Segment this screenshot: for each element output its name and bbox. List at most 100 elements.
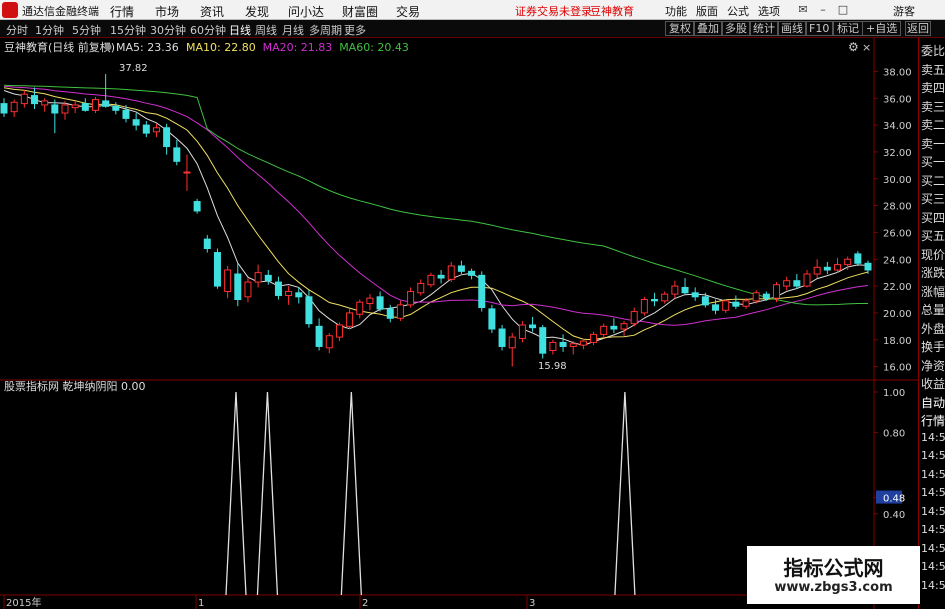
quote-field-label[interactable]: 行情 [921,412,945,429]
period-more[interactable]: 更多 [344,22,366,38]
candle-up [152,127,160,133]
candle-down [386,308,394,319]
menu-gongneng[interactable]: 功能 [665,3,687,19]
quote-field-label: 涨幅 [921,284,945,299]
candle-up [742,300,750,307]
multi-stock-button[interactable]: 多股 [721,21,751,36]
candle-down [122,109,130,119]
quote-field-label: 总量 [921,303,945,317]
watermark-url: www.zbgs3.com [774,580,893,595]
period-1min[interactable]: 1分钟 [35,22,64,38]
period-30min[interactable]: 30分钟 [150,22,186,38]
quote-field-label: 现价 [921,247,945,262]
candle-up [356,301,364,315]
candle-down [437,274,445,279]
menu-shichang[interactable]: 市场 [155,3,179,20]
candle-up [335,324,343,338]
kline-chart[interactable]: 38.00 36.00 34.00 32.00 30.00 28.00 26.00 24.00… [0,38,918,609]
ma-label: MA5: 23.36 [116,41,179,54]
ind-tick-label: 1.00 [883,388,905,399]
close-icon[interactable]: × [862,41,871,54]
quote-field-label: 买五 [921,229,945,243]
candle-up [325,335,333,349]
candle-down [539,327,547,354]
candle-down [732,301,740,307]
period-5min[interactable]: 5分钟 [72,22,101,38]
app-title: 通达信金融终端 [22,5,99,18]
stock-title: 豆神教育(日线 前复权) [4,40,115,54]
quote-field-label: 卖五 [921,62,945,77]
ind-tick-label: 0.40 [883,510,905,521]
candle-down [81,103,89,111]
menu-wenxiaoda[interactable]: 问小达 [288,3,324,20]
maximize-icon[interactable]: □ [835,2,851,18]
candle-down [213,252,221,287]
candle-up [671,285,679,295]
add-watch-button[interactable]: +自选 [862,21,902,36]
period-15min[interactable]: 15分钟 [110,22,146,38]
candle-down [529,324,537,329]
menu-gongshi[interactable]: 公式 [727,3,749,19]
menu-hangqing[interactable]: 行情 [110,3,134,20]
candle-down [264,274,272,282]
price-tick-label: 22.00 [883,282,912,293]
candle-up [518,324,526,339]
candle-down [468,270,476,276]
period-fenshi[interactable]: 分时 [6,22,28,38]
candle-down [457,265,465,272]
ind-tick-label: 0.48 [883,494,905,505]
low-price-label: 15.98 [538,361,567,372]
candle-up [20,93,28,105]
quote-field-label: 买四 [921,210,945,225]
candle-down [295,292,303,298]
minimize-icon[interactable]: – [815,2,831,18]
candle-down [478,274,486,309]
menu-faxian[interactable]: 发现 [245,3,269,20]
candle-up [224,269,232,292]
menu-zixun[interactable]: 资讯 [200,3,224,20]
candle-up [366,297,374,305]
period-monthly[interactable]: 月线 [282,22,304,38]
candle-down [102,100,110,107]
quote-field-label[interactable]: 自动 [921,394,945,411]
mark-button[interactable]: 标记 [833,21,863,36]
candle-up [661,293,669,302]
ind-tick-label: 0.80 [883,429,905,440]
x-tick-label: 2015年 [6,596,41,609]
candle-down [0,103,8,114]
f10-button[interactable]: F10 [805,21,834,36]
price-tick-label: 16.00 [883,363,912,374]
quote-field-label: 委比 [921,44,945,58]
high-price-label: 37.82 [119,63,148,74]
period-multi[interactable]: 多周期 [309,22,342,38]
brand-link[interactable]: 豆神教育 [590,3,634,19]
candle-up [427,274,435,286]
quote-field-label: 14:56 [921,486,945,499]
candle-down [559,341,567,347]
candle-down [793,280,801,287]
gear-icon[interactable]: ⚙ [848,40,859,54]
menu-banmian[interactable]: 版面 [696,3,718,19]
trade-login-link[interactable]: 证券交易未登录 [515,3,592,19]
candle-up [600,325,608,335]
user-label[interactable]: 游客 [893,3,915,19]
period-weekly[interactable]: 周线 [255,22,277,38]
menu-xuanxiang[interactable]: 选项 [758,3,780,19]
quote-field-label: 14:56 [921,523,945,536]
menu-caifuquan[interactable]: 财富圈 [342,3,378,20]
period-60min[interactable]: 60分钟 [190,22,226,38]
envelope-icon[interactable]: ✉ [795,2,811,18]
candle-down [132,119,140,126]
menu-jiaoyi[interactable]: 交易 [396,3,420,20]
period-daily[interactable]: 日线 [229,22,251,38]
candle-up [844,258,852,266]
back-button[interactable]: 返回 [905,21,931,36]
draw-button[interactable]: 画线 [777,21,807,36]
stats-button[interactable]: 统计 [749,21,779,36]
overlay-button[interactable]: 叠加 [693,21,723,36]
ma-dot-icon [104,43,112,51]
x-tick-label: 3 [529,598,535,609]
fuquan-button[interactable]: 复权 [665,21,695,36]
candle-up [71,104,79,109]
candle-down [51,104,59,114]
